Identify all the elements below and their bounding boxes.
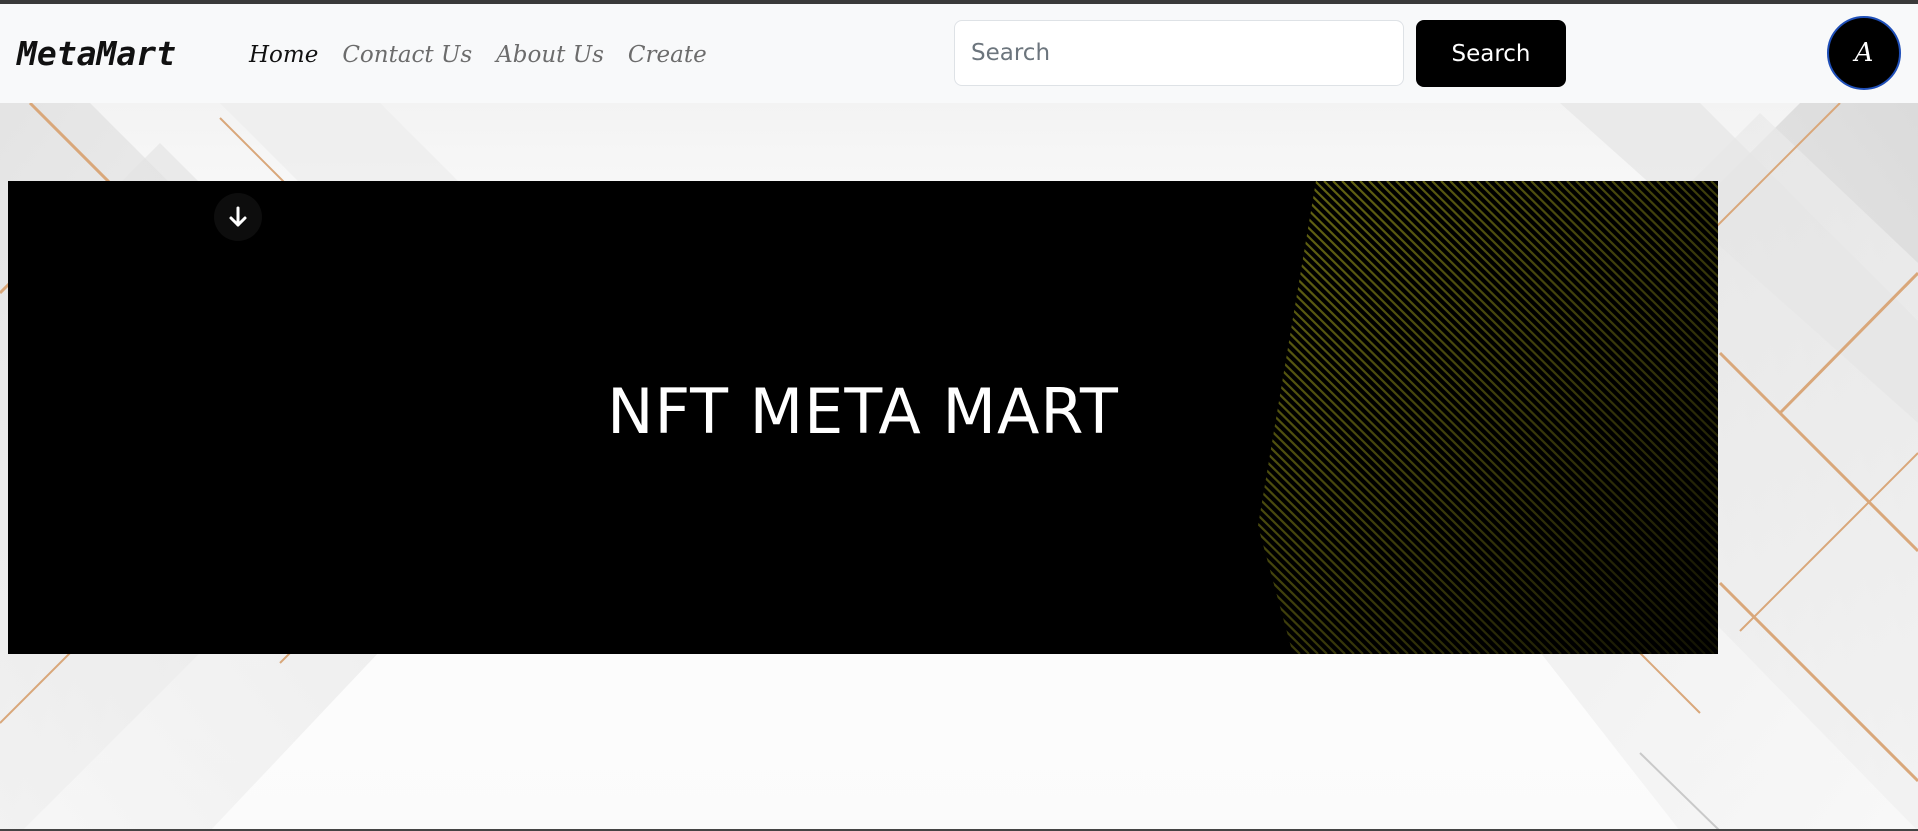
banner-title: NFT META MART: [607, 375, 1119, 448]
navbar: MetaMart Home Contact Us About Us Create…: [0, 4, 1918, 103]
nav-link-home[interactable]: Home: [249, 38, 318, 72]
search-button[interactable]: Search: [1416, 20, 1566, 87]
hero-banner: NFT META MART: [8, 181, 1718, 654]
search-input[interactable]: [954, 20, 1404, 86]
brand-logo[interactable]: MetaMart: [17, 34, 176, 74]
nav-link-create[interactable]: Create: [628, 38, 707, 72]
nav-links: Home Contact Us About Us Create: [249, 38, 707, 72]
nav-link-about-us[interactable]: About Us: [496, 38, 604, 72]
arrow-down-icon: [229, 206, 247, 227]
page: MetaMart Home Contact Us About Us Create…: [0, 0, 1918, 831]
nav-link-contact-us[interactable]: Contact Us: [342, 38, 472, 72]
avatar[interactable]: A: [1827, 16, 1901, 90]
scroll-down-button[interactable]: [214, 193, 262, 241]
